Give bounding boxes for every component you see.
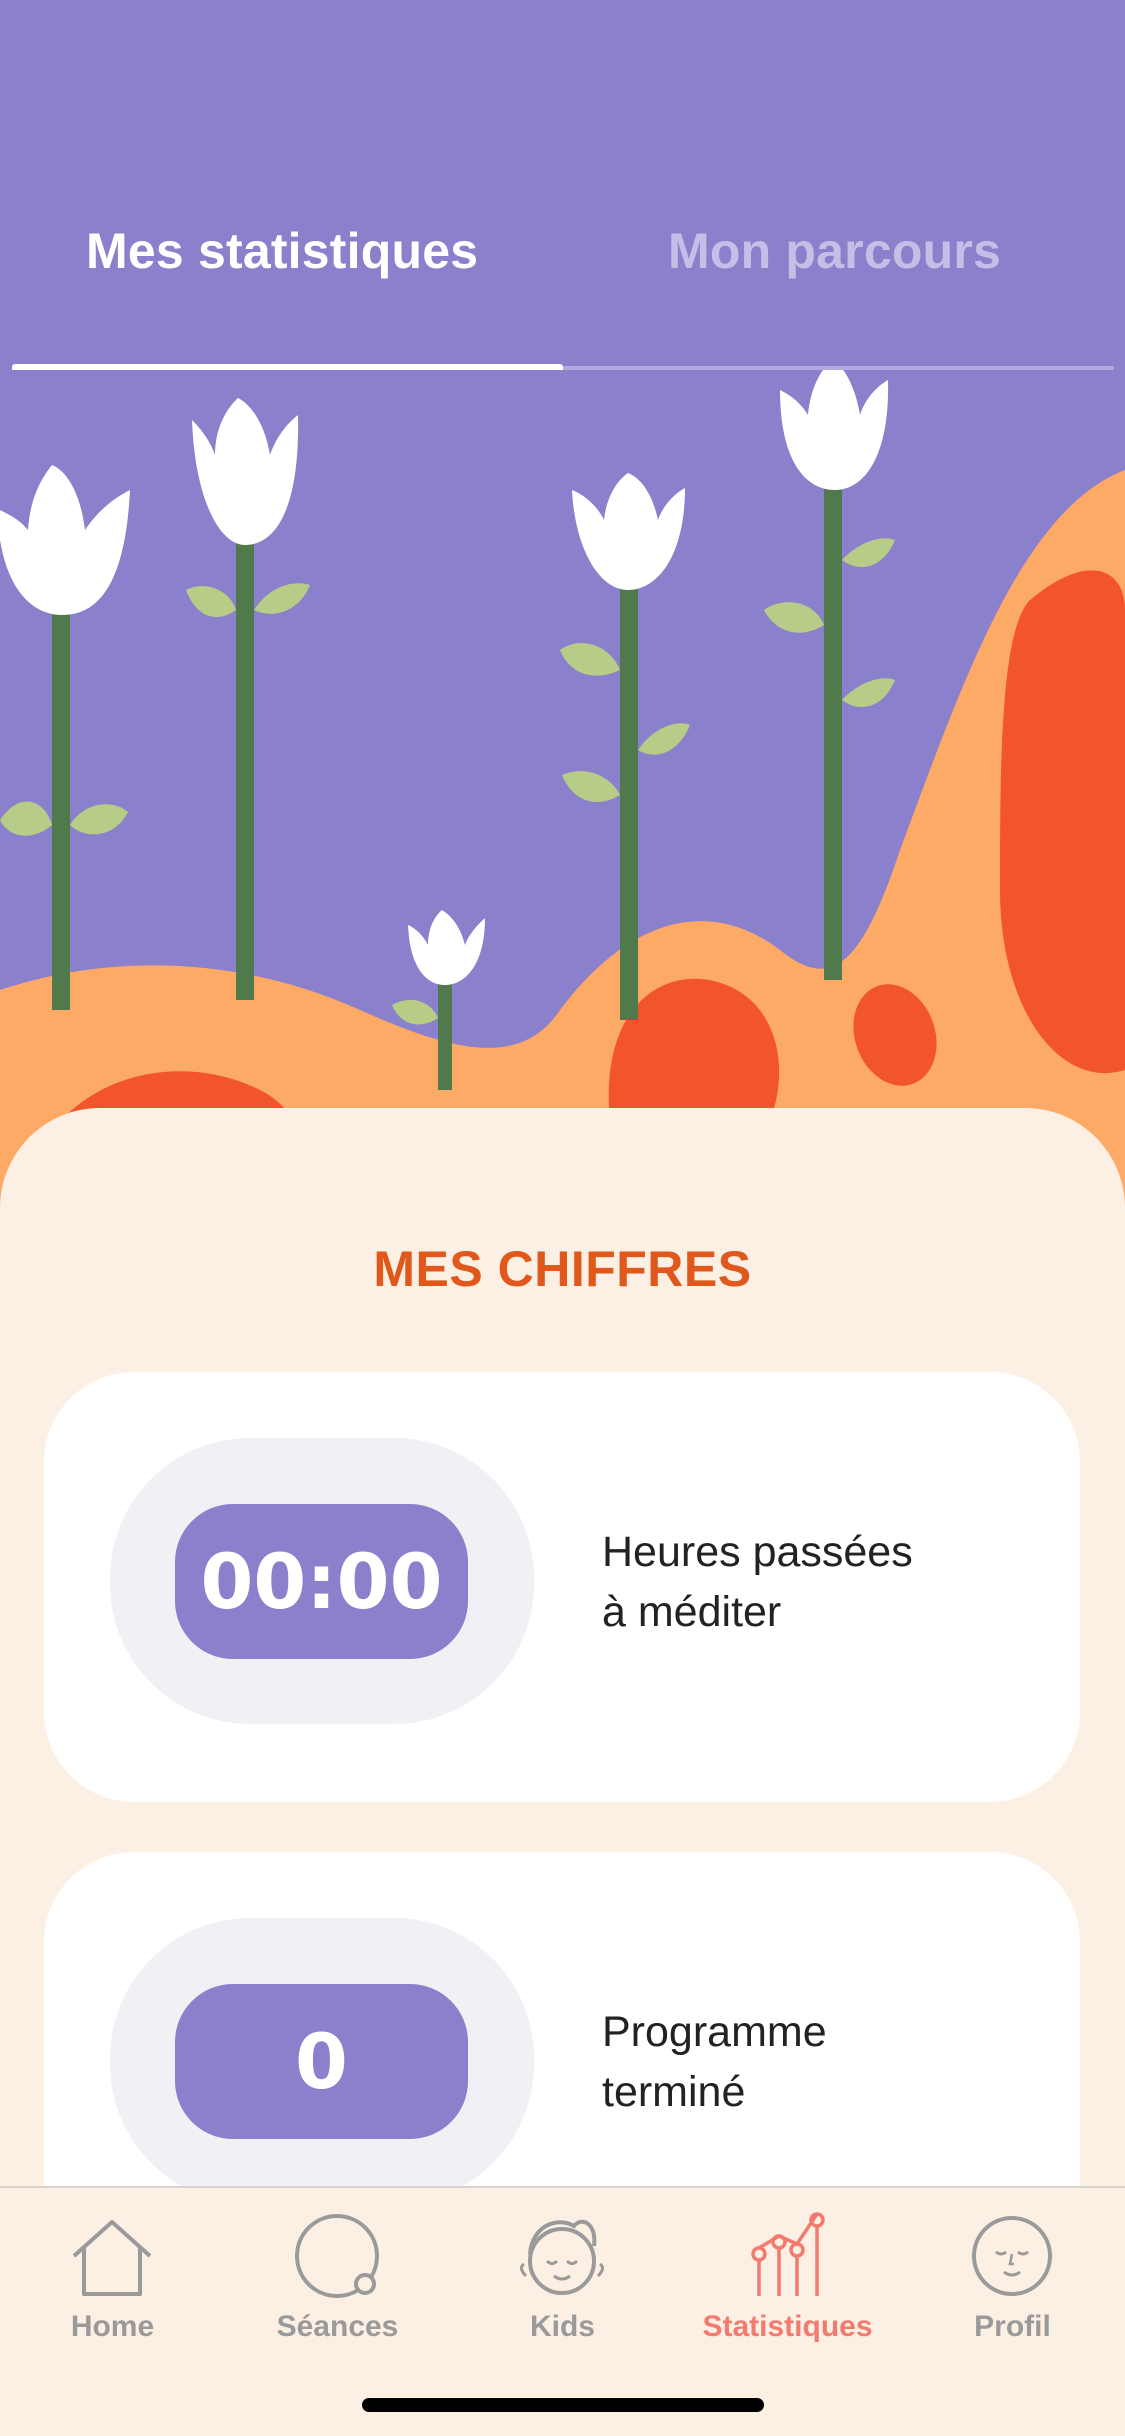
stat-label-line: Programme <box>602 2008 827 2056</box>
stat-label-program: Programme terminé <box>602 2002 1042 2122</box>
nav-label-profil: Profil <box>974 2310 1051 2343</box>
kid-face-icon <box>519 2219 605 2295</box>
stat-value-program: 0 <box>175 1984 468 2139</box>
nav-label-statistiques: Statistiques <box>702 2310 873 2343</box>
nav-item-home[interactable]: Home <box>0 2188 225 2368</box>
profile-face-icon <box>972 2216 1052 2296</box>
nav-label-home: Home <box>70 2310 155 2343</box>
stats-icon <box>751 2212 825 2296</box>
tab-mes-statistiques[interactable]: Mes statistiques <box>86 222 478 280</box>
section-title: MES CHIFFRES <box>373 1241 752 1297</box>
nav-item-kids[interactable]: Kids <box>450 2188 675 2368</box>
nav-label-seances: Séances <box>276 2310 399 2343</box>
nav-item-seances[interactable]: Séances <box>225 2188 450 2368</box>
home-indicator <box>362 2398 764 2412</box>
home-icon <box>72 2220 152 2296</box>
stat-label-hours: Heures passées à méditer <box>602 1522 1042 1642</box>
stats-screen: Mes statistiques Mon parcours MES CHIFFR… <box>0 0 1125 2436</box>
header: Mes statistiques Mon parcours <box>0 0 1125 380</box>
stat-label-line: Heures passées <box>602 1528 913 1576</box>
nav-item-profil[interactable]: Profil <box>900 2188 1125 2368</box>
stat-label-line: à méditer <box>602 1588 782 1636</box>
tab-mon-parcours[interactable]: Mon parcours <box>668 222 1001 280</box>
stat-card-hours: 00:00 Heures passées à méditer <box>44 1372 1080 1802</box>
nav-label-kids: Kids <box>529 2310 595 2343</box>
stat-value-hours: 00:00 <box>175 1504 468 1659</box>
stat-label-line: terminé <box>602 2068 746 2116</box>
nav-item-statistiques[interactable]: Statistiques <box>675 2188 900 2368</box>
sessions-icon <box>295 2214 379 2298</box>
